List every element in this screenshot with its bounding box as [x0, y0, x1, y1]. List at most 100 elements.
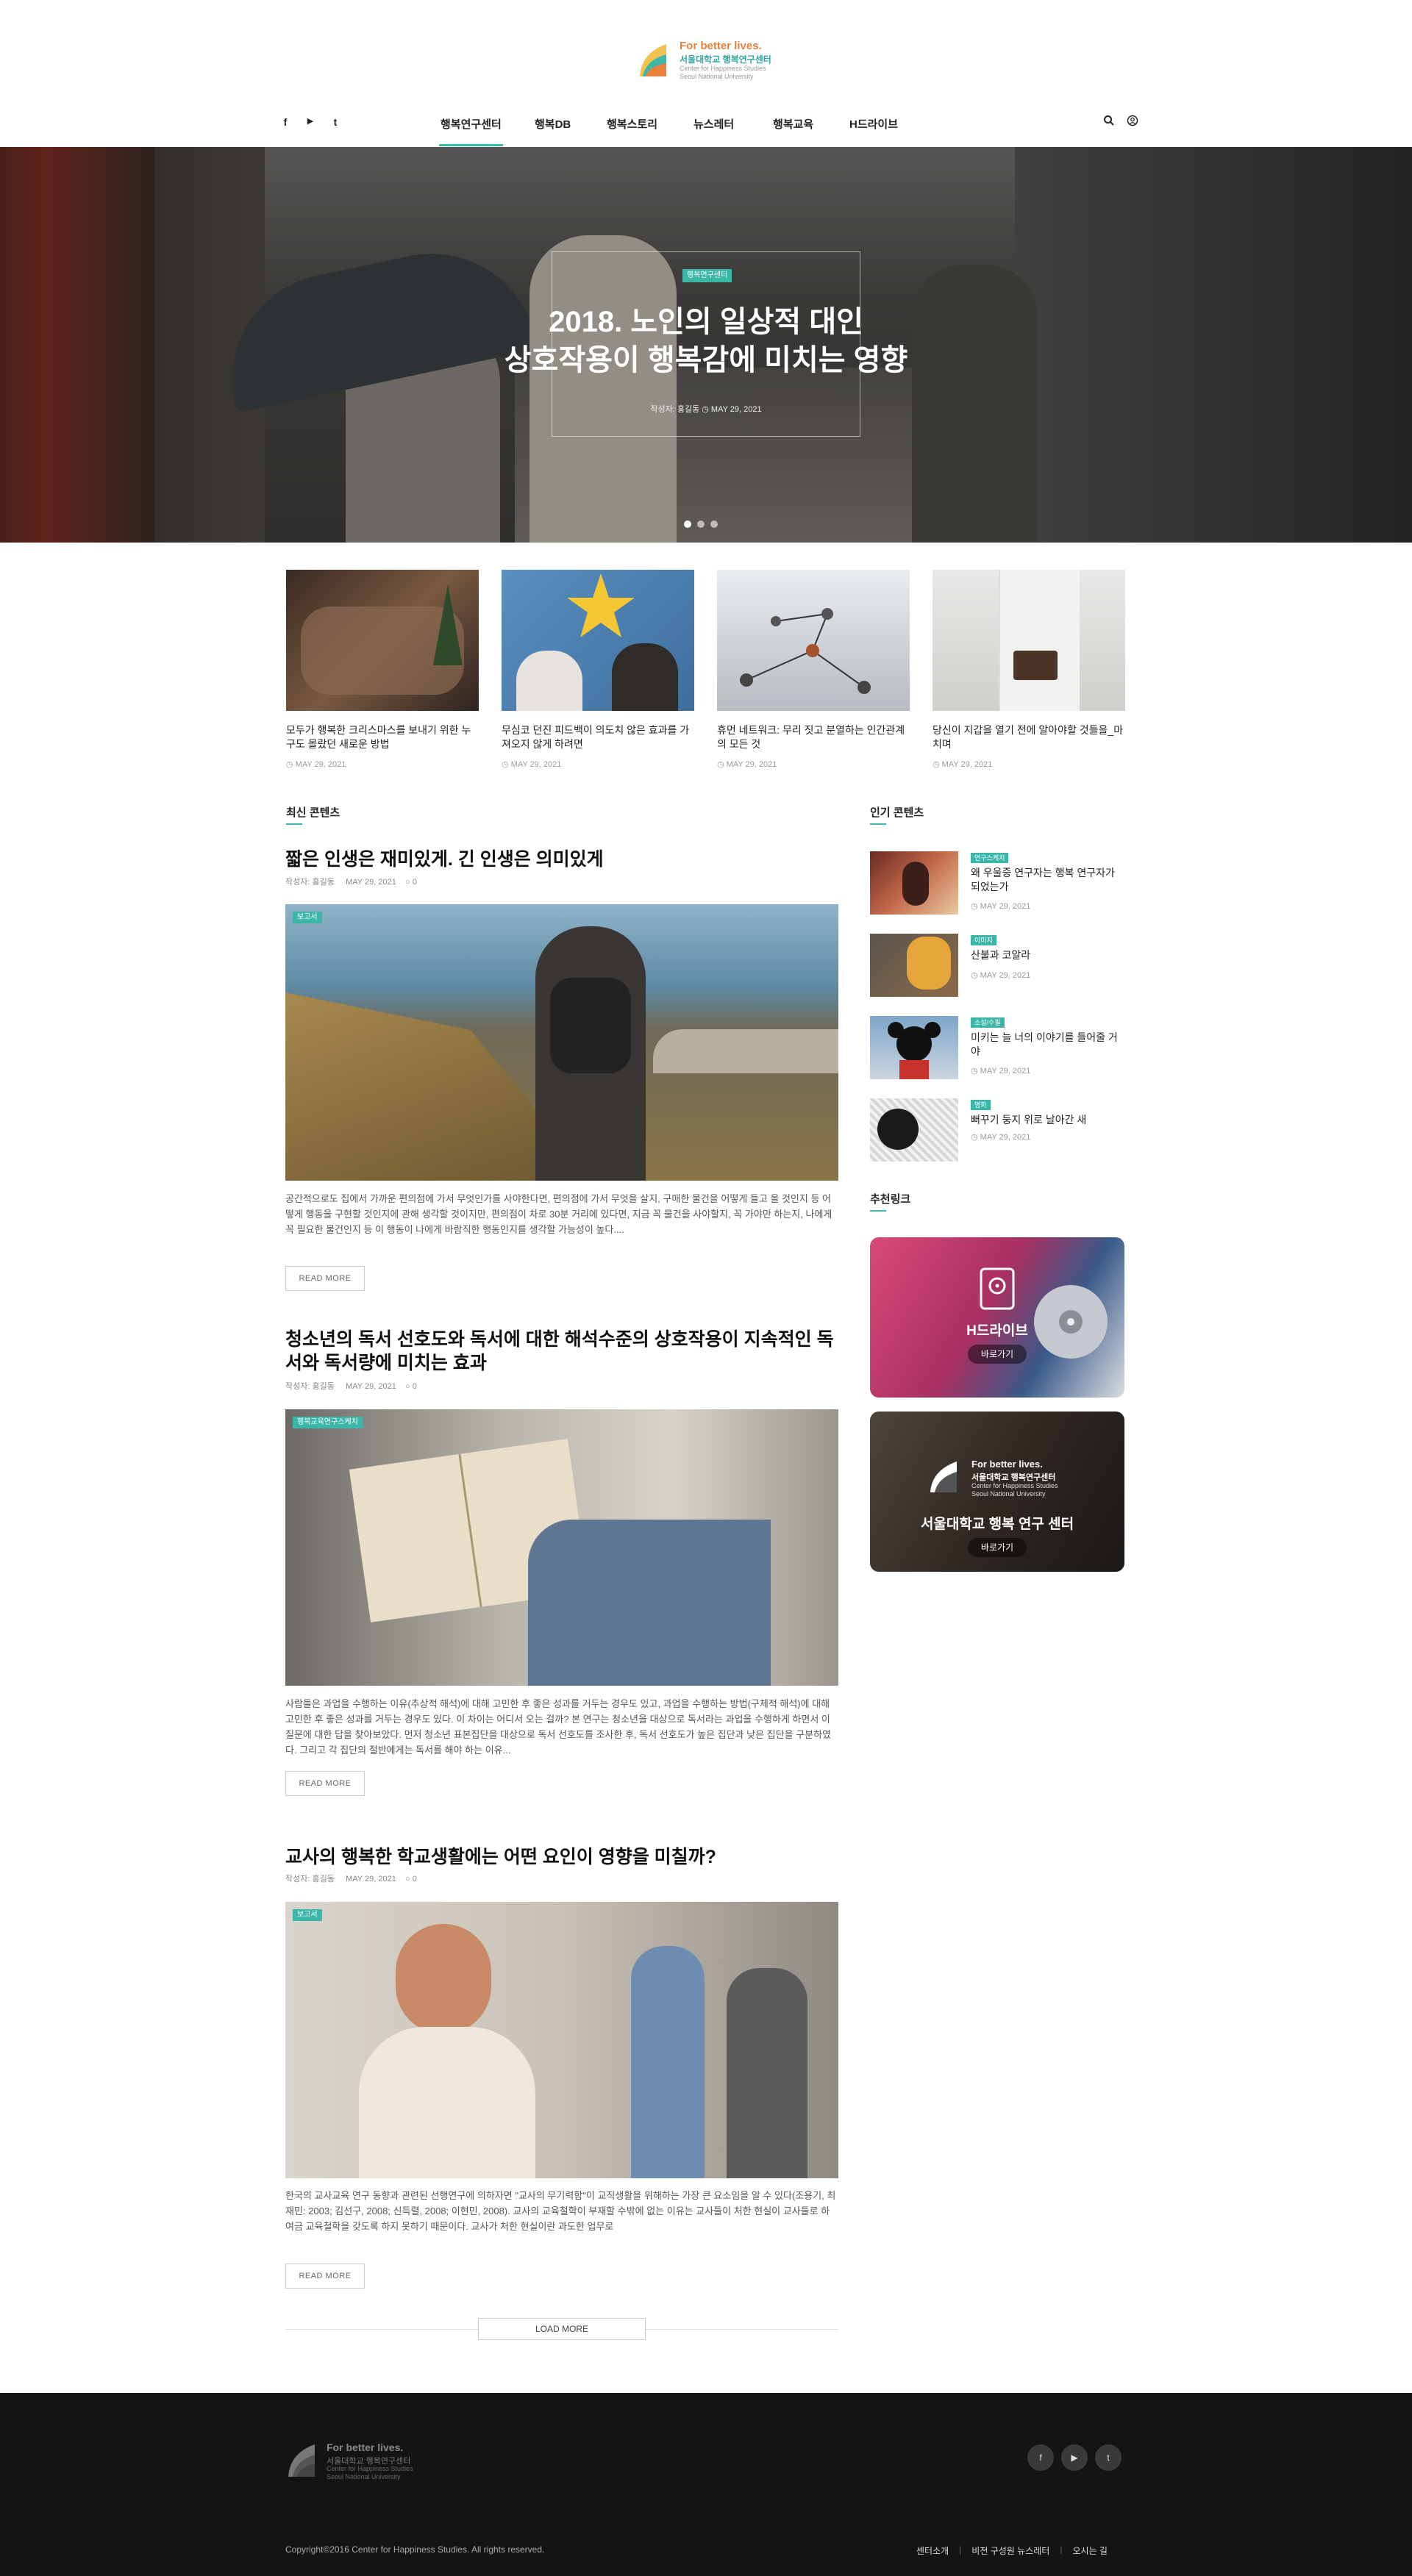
popular-image[interactable]: [870, 851, 958, 915]
center-go-button[interactable]: 바로가기: [968, 1538, 1027, 1557]
slider-dot-2[interactable]: [697, 520, 705, 528]
footer-link-vision[interactable]: 비전 구성원 뉴스레터: [971, 2544, 1049, 2557]
read-more-button[interactable]: READ MORE: [285, 1266, 365, 1291]
nav-item-newsletter[interactable]: 뉴스레터: [693, 116, 734, 132]
post-title[interactable]: 청소년의 독서 선호도와 독서에 대한 해석수준의 상호작용이 지속적인 독서와…: [285, 1328, 844, 1375]
card-image-network[interactable]: [717, 570, 910, 711]
card-date: ◷ MAY 29, 2021: [933, 760, 993, 769]
post-tag[interactable]: 행복교육연구스케치: [293, 1417, 363, 1428]
popular-title[interactable]: 뻐꾸기 둥지 위로 날아간 새: [971, 1113, 1125, 1127]
logo-name: 서울대학교 행복연구센터: [680, 54, 771, 65]
search-icon[interactable]: [1103, 115, 1115, 126]
featured-card[interactable]: 무심코 던진 피드백이 의도치 않은 효과를 가져오지 않게 하려면 ◷ MAY…: [502, 570, 694, 769]
popular-image[interactable]: [870, 934, 958, 997]
facebook-icon[interactable]: f: [1027, 2444, 1054, 2471]
popular-title[interactable]: 미키는 늘 너의 이야기를 들어줄 거야: [971, 1031, 1125, 1059]
center-tagline: For better lives.: [971, 1459, 1043, 1470]
footer-sep: |: [959, 2544, 962, 2555]
hdrive-banner[interactable]: H드라이브 바로가기: [870, 1237, 1124, 1398]
card-image-wallet[interactable]: [933, 570, 1125, 711]
card-image-christmas[interactable]: [286, 570, 479, 711]
popular-title[interactable]: 왜 우울증 연구자는 행복 연구자가 되었는가: [971, 866, 1125, 894]
featured-card[interactable]: 휴먼 네트워크: 무리 짓고 분열하는 인간관계의 모든 것 ◷ MAY 29,…: [717, 570, 910, 769]
post-meta: 작성자: 홍길동 MAY 29, 2021 ○ 0: [285, 1875, 417, 1883]
card-title[interactable]: 무심코 던진 피드백이 의도치 않은 효과를 가져오지 않게 하려면: [502, 723, 694, 751]
post-meta: 작성자: 홍길동 MAY 29, 2021 ○ 0: [285, 1382, 417, 1391]
section-heading-links: 추천링크: [870, 1191, 910, 1212]
popular-image[interactable]: [870, 1098, 958, 1162]
main-nav: 행복연구센터 행복DB 행복스토리 뉴스레터 행복교육 H드라이브: [0, 110, 1412, 147]
popular-image[interactable]: [870, 1016, 958, 1079]
popular-item[interactable]: 이미지 산불과 코알라 ◷ MAY 29, 2021: [870, 934, 1129, 998]
popular-tag[interactable]: 소설/수필: [971, 1017, 1005, 1028]
popular-tag[interactable]: 명화: [971, 1100, 991, 1110]
post-title[interactable]: 짧은 인생은 재미있게. 긴 인생은 의미있게: [285, 848, 844, 871]
hdrive-go-button[interactable]: 바로가기: [968, 1345, 1027, 1364]
footer-link-directions[interactable]: 오시는 길: [1072, 2544, 1108, 2557]
popular-date: ◷ MAY 29, 2021: [971, 1133, 1031, 1142]
popular-date: ◷ MAY 29, 2021: [971, 1067, 1031, 1076]
copyright: Copyright©2016 Center for Happiness Stud…: [285, 2544, 545, 2555]
hero-slider[interactable]: 행복연구센터 2018. 노인의 일상적 대인 상호작용이 행복감에 미치는 영향…: [0, 147, 1412, 543]
footer-logo[interactable]: For better lives. 서울대학교 행복연구센터 Center fo…: [285, 2439, 447, 2483]
post-meta: 작성자: 홍길동 MAY 29, 2021 ○ 0: [285, 878, 417, 887]
read-more-button[interactable]: READ MORE: [285, 1771, 365, 1796]
header-actions: [1103, 115, 1138, 126]
center-banner[interactable]: For better lives. 서울대학교 행복연구센터 Center fo…: [870, 1412, 1124, 1572]
nav-item-db[interactable]: 행복DB: [535, 116, 571, 132]
center-name: 서울대학교 행복연구센터: [971, 1473, 1056, 1482]
post-image-book[interactable]: 행복교육연구스케치: [285, 1409, 838, 1686]
user-icon[interactable]: [1127, 115, 1138, 126]
popular-item[interactable]: 명화 뻐꾸기 둥지 위로 날아간 새 ◷ MAY 29, 2021: [870, 1098, 1129, 1163]
hero-meta: 작성자: 홍길동 ◷ MAY 29, 2021: [650, 405, 762, 414]
hero-title[interactable]: 2018. 노인의 일상적 대인 상호작용이 행복감에 미치는 영향: [412, 303, 1000, 379]
popular-date: ◷ MAY 29, 2021: [971, 971, 1031, 980]
post-excerpt: 한국의 교사교육 연구 동향과 관련된 선행연구에 의하자면 "교사의 무기력함…: [285, 2190, 836, 2232]
nav-item-story[interactable]: 행복스토리: [607, 116, 657, 132]
logo-mark-icon: [640, 44, 666, 76]
card-title[interactable]: 휴먼 네트워크: 무리 짓고 분열하는 인간관계의 모든 것: [717, 723, 910, 751]
popular-title[interactable]: 산불과 코알라: [971, 948, 1125, 962]
footer-links: 센터소개 | 비전 구성원 뉴스레터 | 오시는 길: [916, 2544, 1108, 2557]
post-excerpt: 공간적으로도 집에서 가까운 편의점에 가서 무엇인가를 사야한다면, 편의점에…: [285, 1193, 832, 1235]
featured-card[interactable]: 당신이 지갑을 열기 전에 알아야할 것들을_마치며 ◷ MAY 29, 202…: [933, 570, 1125, 769]
hdrive-title: H드라이브: [966, 1323, 1028, 1339]
popular-tag[interactable]: 연구스케치: [971, 853, 1009, 863]
hero-tag[interactable]: 행복연구센터: [682, 269, 732, 282]
card-image-feedback[interactable]: [502, 570, 694, 711]
center-logo-icon: [930, 1461, 957, 1492]
popular-tag[interactable]: 이미지: [971, 935, 996, 945]
nav-item-hdrive[interactable]: H드라이브: [849, 116, 898, 132]
card-title[interactable]: 당신이 지갑을 열기 전에 알아야할 것들을_마치며: [933, 723, 1125, 751]
site-logo[interactable]: For better lives. 서울대학교 행복연구센터 Center fo…: [637, 37, 777, 84]
post-title[interactable]: 교사의 행복한 학교생활에는 어떤 요인이 영향을 미칠까?: [285, 1845, 844, 1869]
read-more-button[interactable]: READ MORE: [285, 2264, 365, 2289]
card-title[interactable]: 모두가 행복한 크리스마스를 보내기 위한 누구도 몰랐던 새로운 방법: [286, 723, 479, 751]
load-more-button[interactable]: LOAD MORE: [478, 2318, 646, 2340]
slider-dot-1[interactable]: [684, 520, 691, 528]
twitter-icon[interactable]: t: [1095, 2444, 1122, 2471]
nav-item-education[interactable]: 행복교육: [773, 116, 813, 132]
footer-logo-icon: [288, 2444, 315, 2477]
footer-sub: Center for Happiness Studies Seoul Nation…: [327, 2465, 413, 2480]
section-heading-latest: 최신 콘텐츠: [286, 804, 340, 825]
nav-item-center[interactable]: 행복연구센터: [439, 116, 503, 146]
featured-card[interactable]: 모두가 행복한 크리스마스를 보내기 위한 누구도 몰랐던 새로운 방법 ◷ M…: [286, 570, 479, 769]
footer-link-about[interactable]: 센터소개: [916, 2544, 949, 2557]
card-date: ◷ MAY 29, 2021: [286, 760, 346, 769]
youtube-icon[interactable]: ▶: [1061, 2444, 1088, 2471]
site-footer: For better lives. 서울대학교 행복연구센터 Center fo…: [0, 2393, 1412, 2576]
post-image-teacher[interactable]: 보고서: [285, 1902, 838, 2178]
hdd-icon: [980, 1267, 1015, 1310]
post-tag[interactable]: 보고서: [293, 1909, 322, 1921]
card-date: ◷ MAY 29, 2021: [717, 760, 777, 769]
slider-dot-3[interactable]: [710, 520, 718, 528]
slider-dots: [684, 520, 718, 528]
popular-date: ◷ MAY 29, 2021: [971, 902, 1031, 911]
popular-item[interactable]: 연구스케치 왜 우울증 연구자는 행복 연구자가 되었는가 ◷ MAY 29, …: [870, 851, 1129, 916]
post-image-hike[interactable]: 보고서: [285, 904, 838, 1181]
logo-sub: Center for Happiness Studies Seoul Nation…: [680, 65, 766, 80]
post-excerpt: 사람들은 과업을 수행하는 이유(추상적 해석)에 대해 고민한 후 좋은 성과…: [285, 1698, 831, 1756]
post-tag[interactable]: 보고서: [293, 912, 322, 923]
popular-item[interactable]: 소설/수필 미키는 늘 너의 이야기를 들어줄 거야 ◷ MAY 29, 202…: [870, 1016, 1129, 1081]
